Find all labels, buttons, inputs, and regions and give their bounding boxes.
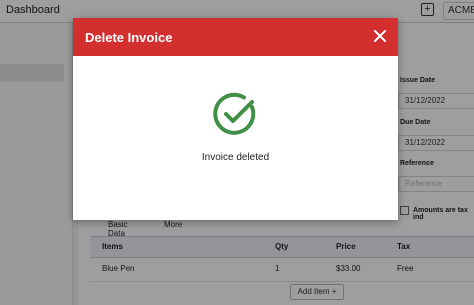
delete-invoice-dialog: Delete Invoice Invoice deleted — [73, 18, 398, 220]
dialog-header: Delete Invoice — [73, 18, 398, 56]
invoice-app: Dashboard + ACME Issue Date 31/12/2022 D… — [0, 0, 474, 305]
check-circle-icon — [211, 90, 259, 138]
dialog-title: Delete Invoice — [85, 30, 173, 45]
close-icon[interactable] — [372, 28, 388, 44]
dialog-message: Invoice deleted — [201, 152, 270, 163]
